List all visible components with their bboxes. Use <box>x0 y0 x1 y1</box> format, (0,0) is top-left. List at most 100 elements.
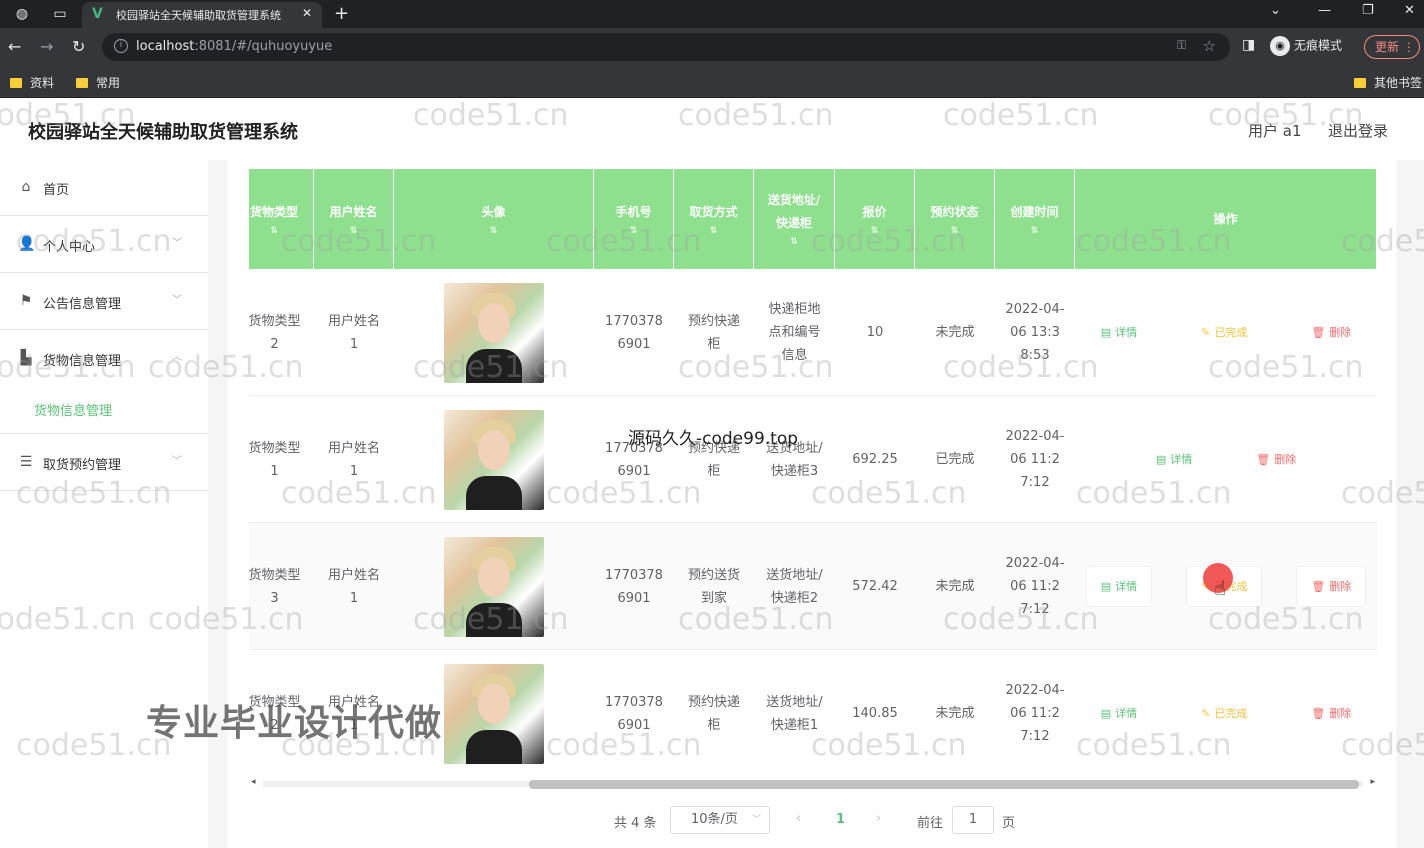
bookmark-label: 资料 <box>30 76 55 90</box>
sidebar-item-goods[interactable]: ▙ 货物信息管理 ︿ <box>0 331 208 387</box>
incognito-indicator[interactable]: ◉ 无痕模式 <box>1270 36 1342 58</box>
sort-icon[interactable]: ⇅ <box>350 224 358 238</box>
th-price[interactable]: 报价 ⇅ <box>835 169 915 269</box>
horizontal-scrollbar[interactable]: ◂ ▸ <box>249 776 1377 792</box>
sort-icon[interactable]: ⇅ <box>710 224 718 238</box>
column-header-label: 送货地址/快递柜 <box>767 193 821 230</box>
sort-icon[interactable]: ⇅ <box>490 224 498 238</box>
detail-button[interactable]: ▤ 详情 <box>1086 567 1152 606</box>
cell-price: 10 <box>835 269 915 396</box>
th-phone[interactable]: 手机号 ⇅ <box>594 169 674 269</box>
sidebar-item-label: 货物信息管理 <box>43 354 122 369</box>
bookmark-star-icon[interactable]: ☆ <box>1203 37 1216 55</box>
page-number-current[interactable]: 1 <box>836 812 845 827</box>
forward-icon[interactable]: → <box>40 37 53 56</box>
detail-button[interactable]: ▤ 详情 <box>1142 440 1206 479</box>
prev-page-icon[interactable]: ‹ <box>796 811 801 826</box>
update-button[interactable]: 更新 ⋮ <box>1364 35 1420 59</box>
minimize-icon[interactable]: — <box>1318 3 1331 18</box>
mark-complete-button[interactable]: ✎已完成 <box>1187 694 1261 733</box>
th-created[interactable]: 创建时间 ⇅ <box>995 169 1075 269</box>
back-icon[interactable]: ← <box>8 37 21 56</box>
th-goods-type[interactable]: 货物类型 ⇅ <box>249 169 314 269</box>
th-user-name[interactable]: 用户姓名 ⇅ <box>314 169 394 269</box>
new-tab-icon[interactable]: + <box>334 3 349 24</box>
close-tab-icon[interactable]: ✕ <box>302 6 312 20</box>
user-icon: 👤 <box>18 236 36 252</box>
reload-icon[interactable]: ↻ <box>72 37 85 56</box>
sidebar-item-personal-center[interactable]: 👤 个人中心 ﹀ <box>0 217 208 273</box>
sidebar-item-pickup-reservation[interactable]: ☰ 取货预约管理 ﹀ <box>0 435 208 491</box>
detail-button[interactable]: ▤ 详情 <box>1087 694 1151 733</box>
scroll-thumb[interactable] <box>529 780 1359 789</box>
th-avatar[interactable]: 头像 ⇅ <box>394 169 594 269</box>
sort-icon[interactable]: ⇅ <box>871 224 879 238</box>
tab-list-chevron-icon[interactable]: ⌄ <box>1270 3 1281 18</box>
browser-globe-icon[interactable]: ◍ <box>12 4 32 24</box>
cell-price: 572.42 <box>835 523 915 650</box>
bookmark-folder-other[interactable]: 其他书签 <box>1354 74 1422 91</box>
cell-text: 货物类型2 <box>249 313 301 352</box>
cell-goods-type: 货物类型2 <box>249 269 314 396</box>
tab-search-icon[interactable]: ▭ <box>50 4 70 24</box>
submenu-item-goods-management[interactable]: 货物信息管理 <box>0 384 208 434</box>
bookmark-folder-ziliao[interactable]: 资料 <box>10 74 54 91</box>
page-size-select[interactable]: 10条/页 ﹀ <box>670 806 770 834</box>
cell-text: 2022-04-06 11:27:12 <box>1005 683 1065 744</box>
sort-icon[interactable]: ⇅ <box>790 235 798 249</box>
bookmark-folder-changyong[interactable]: 常用 <box>76 74 120 91</box>
password-key-icon[interactable]: ⚿ <box>1177 38 1186 53</box>
cell-text: 2022-04-06 11:27:12 <box>1005 556 1065 617</box>
close-window-icon[interactable]: ✕ <box>1404 3 1415 18</box>
goto-page-input[interactable]: 1 <box>952 806 994 834</box>
sort-icon[interactable]: ⇅ <box>1031 224 1039 238</box>
sort-icon[interactable]: ⇅ <box>270 224 278 238</box>
cell-text: 货物类型1 <box>249 440 301 479</box>
delete-button[interactable]: 🗑 删除 <box>1297 694 1365 733</box>
action-group: ▤详情 ✎已完成 🗑删除 <box>1087 694 1366 733</box>
mark-complete-button[interactable]: ✎已完成 <box>1187 313 1261 352</box>
th-address[interactable]: 送货地址/快递柜 ⇅ <box>754 169 835 269</box>
page-word: 页 <box>1002 816 1016 831</box>
logout-link[interactable]: 退出登录 <box>1328 120 1388 141</box>
folder-icon <box>1354 78 1366 88</box>
cell-actions: ▤ 详情 🗑 删除 <box>1075 396 1377 523</box>
side-panel-icon[interactable]: ◨ <box>1242 37 1255 53</box>
sidebar-item-notice[interactable]: ⚑ 公告信息管理 ﹀ <box>0 274 208 330</box>
cell-text: 预约快递柜 <box>687 313 740 352</box>
url-field[interactable]: i localhost:8081/#/quhuoyuyue ⚿ ☆ <box>102 33 1230 61</box>
browser-tab-active[interactable]: V 校园驿站全天候辅助取货管理系统 ✕ <box>82 2 322 28</box>
app-title: 校园驿站全天候辅助取货管理系统 <box>28 122 298 143</box>
site-info-icon[interactable]: i <box>114 39 128 53</box>
list-icon: ☰ <box>19 454 33 470</box>
trash-icon: 🗑 <box>1311 707 1326 720</box>
avatar-image <box>444 409 544 510</box>
th-pickup-method[interactable]: 取货方式 ⇅ <box>674 169 754 269</box>
detail-button[interactable]: ▤ 详情 <box>1087 313 1151 352</box>
cell-text: 692.25 <box>852 452 898 467</box>
page-size-value: 10条/页 <box>691 812 738 827</box>
folder-icon <box>76 78 88 88</box>
url-host: localhost <box>136 39 195 54</box>
sidebar-item-home[interactable]: ⌂ 首页 <box>0 160 208 216</box>
delete-button[interactable]: 🗑 删除 <box>1242 440 1310 479</box>
cell-phone: 17703786901 <box>594 396 674 523</box>
trash-icon: 🗑 <box>1311 326 1326 339</box>
cell-text: 快递柜地点和编号信息 <box>768 302 821 363</box>
next-page-icon[interactable]: › <box>876 811 881 826</box>
scroll-right-icon[interactable]: ▸ <box>1370 777 1375 787</box>
data-table: 货物类型 ⇅ 用户姓名 ⇅ 头像 ⇅ 手机号 ⇅ 取货方式 ⇅ 送货地址/快递柜 ⇅ 报价 ⇅ 预约状态 ⇅ 创… <box>249 169 1377 765</box>
delete-button[interactable]: 🗑 删除 <box>1297 567 1366 606</box>
browser-tab-bar: ◍ ▭ V 校园驿站全天候辅助取货管理系统 ✕ + ⌄ — ❐ ✕ <box>0 0 1424 28</box>
action-label: 删除 <box>1329 707 1352 720</box>
column-header-label: 头像 <box>481 204 506 219</box>
sort-icon[interactable]: ⇅ <box>951 224 959 238</box>
bookmarks-bar: 资料 常用 其他书签 <box>0 66 1424 98</box>
restore-icon[interactable]: ❐ <box>1362 3 1374 18</box>
delete-button[interactable]: 🗑 删除 <box>1297 313 1365 352</box>
cell-text: 已完成 <box>935 452 975 467</box>
cell-text: 140.85 <box>852 706 898 721</box>
th-status[interactable]: 预约状态 ⇅ <box>915 169 995 269</box>
scroll-left-icon[interactable]: ◂ <box>251 777 256 787</box>
sort-icon[interactable]: ⇅ <box>630 224 638 238</box>
